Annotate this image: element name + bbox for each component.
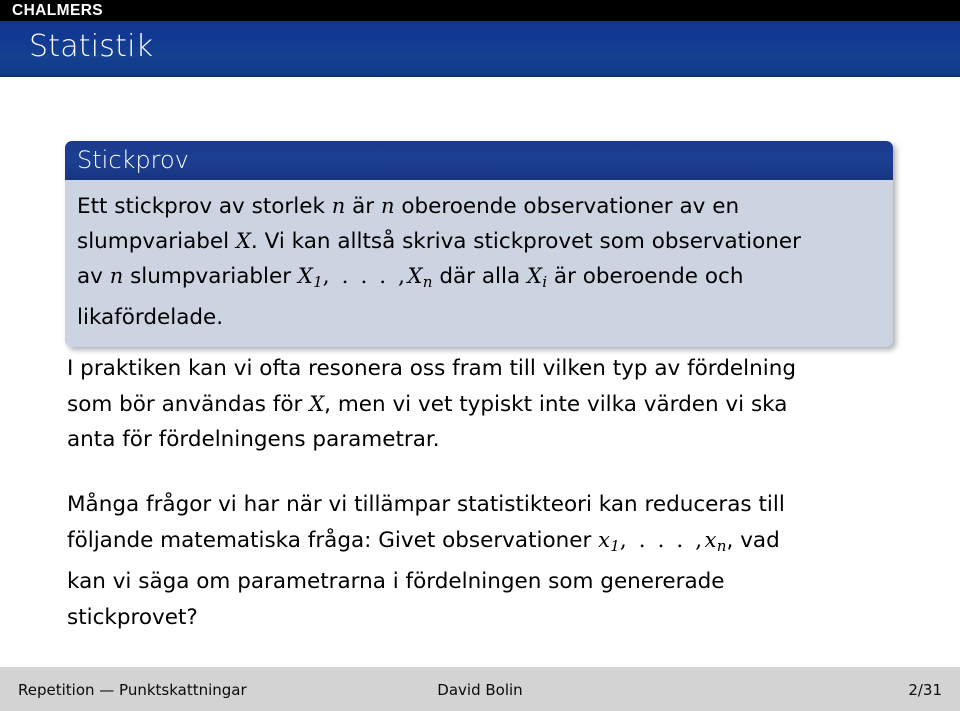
text-line: som bör användas för X, men vi vet typis… <box>67 387 897 423</box>
math-subscript: n <box>716 536 727 555</box>
text-line: kan vi säga om parametrarna i fördelning… <box>67 564 897 600</box>
text-line: Ett stickprov av storlek n är n oberoend… <box>77 189 879 224</box>
text-run: kan vi säga om parametrarna i fördelning… <box>67 569 725 595</box>
math-symbol: X <box>235 229 251 253</box>
text-run: I praktiken kan vi ofta resonera oss fra… <box>67 356 796 381</box>
footer-author: David Bolin <box>437 681 523 699</box>
math-subscript: 1 <box>313 273 323 292</box>
math-subscript: n <box>422 273 433 292</box>
chalmers-logo-bar: CHALMERS <box>0 0 960 21</box>
text-run: stickprovet? <box>67 604 198 630</box>
text-line: likafördelade. <box>77 300 879 335</box>
definition-block: Stickprov Ett stickprov av storlek n är … <box>65 141 893 348</box>
block-title: Stickprov <box>65 141 893 180</box>
text-line: I praktiken kan vi ofta resonera oss fra… <box>67 351 897 387</box>
math-symbol: X <box>309 391 325 416</box>
math-symbol: Xi <box>526 264 548 292</box>
math-symbol: n <box>380 194 395 218</box>
text-run: slumpvariabel <box>77 229 236 254</box>
frame-title-bar: Statistik <box>0 21 960 77</box>
text-run: där alla <box>432 264 527 289</box>
slide-footer: Repetition — Punktskattningar David Boli… <box>0 669 960 711</box>
text-run: är oberoende och <box>547 264 744 289</box>
slide-content: Stickprov Ett stickprov av storlek n är … <box>0 79 960 667</box>
block-body: Ett stickprov av storlek n är n oberoend… <box>65 180 893 348</box>
math-subscript: 1 <box>610 536 620 555</box>
text-run: är <box>345 194 381 219</box>
text-line: följande matematiska fråga: Givet observ… <box>67 523 897 565</box>
math-symbol: X1 <box>297 264 323 292</box>
math-ellipsis: , . . . , <box>322 264 408 289</box>
text-run: Ett stickprov av storlek <box>77 194 332 219</box>
paragraph-statistical-question: Många frågor vi har när vi tillämpar sta… <box>67 487 897 635</box>
text-run: anta för fördelningens parametrar. <box>67 427 440 452</box>
chalmers-wordmark: CHALMERS <box>12 2 104 19</box>
text-line: slumpvariabel X. Vi kan alltså skriva st… <box>77 224 879 259</box>
math-symbol: Xn <box>407 264 433 292</box>
text-line: anta för fördelningens parametrar. <box>67 422 897 458</box>
text-line: Många frågor vi har när vi tillämpar sta… <box>67 487 897 523</box>
math-symbol: n <box>109 264 124 288</box>
text-run: oberoende observationer av en <box>394 194 740 219</box>
paragraph-distribution-type: I praktiken kan vi ofta resonera oss fra… <box>67 351 897 458</box>
text-line: av n slumpvariabler X1, . . . ,Xn där al… <box>77 259 879 300</box>
text-run: Många frågor vi har när vi tillämpar sta… <box>67 492 785 517</box>
text-run: av <box>77 264 110 289</box>
text-line: stickprovet? <box>67 600 897 636</box>
text-run: . Vi kan alltså skriva stickprovet som o… <box>250 229 801 254</box>
text-run: likafördelade. <box>77 305 224 331</box>
text-run: , vad <box>726 527 780 553</box>
math-symbol: x1 <box>598 527 620 555</box>
math-symbol: xn <box>704 527 727 555</box>
math-ellipsis: , . . . , <box>619 527 705 553</box>
footer-page-number: 2/31 <box>908 681 942 699</box>
text-run: som bör användas för <box>67 391 310 417</box>
text-run: följande matematiska fråga: Givet observ… <box>67 527 599 553</box>
page-title: Statistik <box>29 29 154 64</box>
text-run: slumpvariabler <box>123 264 298 289</box>
text-run: , men vi vet typiskt inte vilka värden v… <box>324 391 788 417</box>
math-symbol: n <box>331 194 346 218</box>
